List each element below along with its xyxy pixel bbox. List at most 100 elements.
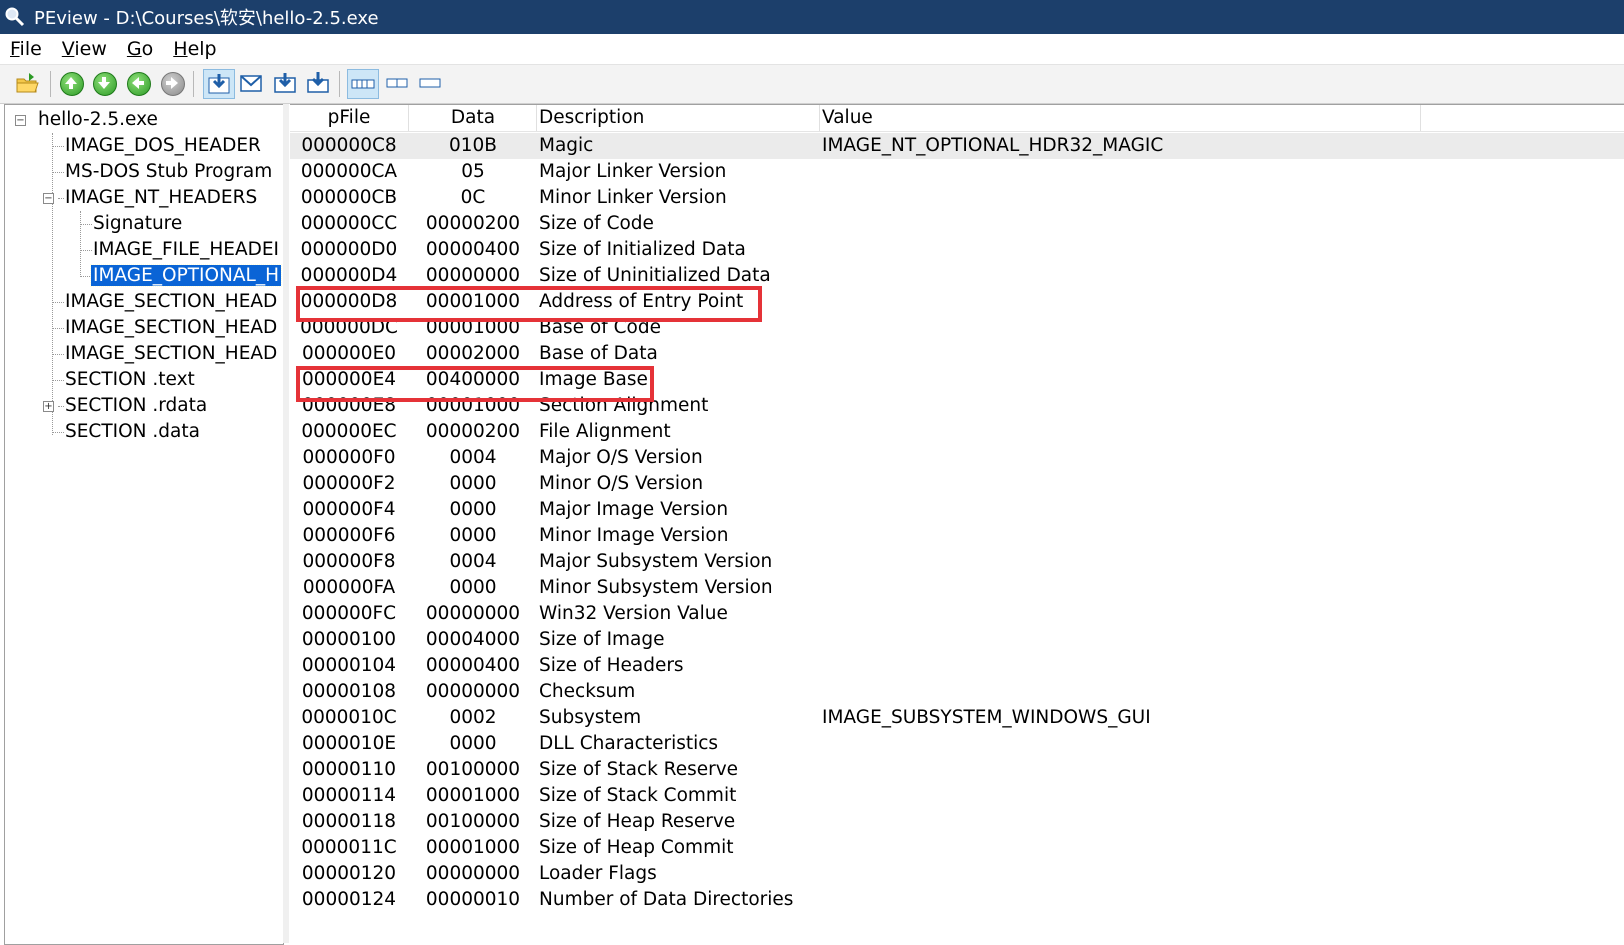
table-row[interactable]: 000000FA 0000 Minor Subsystem Version — [290, 575, 1624, 601]
layout-split-icon[interactable] — [384, 70, 410, 96]
tree-root[interactable]: hello-2.5.exe — [38, 107, 158, 133]
table-row[interactable]: 000000CC 00000200 Size of Code — [290, 211, 1624, 237]
tree-item-optional-header[interactable]: IMAGE_OPTIONAL_H — [89, 263, 283, 289]
column-header-value[interactable]: Value — [822, 105, 1421, 131]
table-row[interactable]: 000000F2 0000 Minor O/S Version — [290, 471, 1624, 497]
cell-pfile: 00000120 — [301, 863, 397, 884]
layout-minimal-icon[interactable] — [417, 70, 443, 96]
table-row[interactable]: 000000F6 0000 Minor Image Version — [290, 523, 1624, 549]
tree-connector — [52, 172, 64, 173]
table-row[interactable]: 00000124 00000010 Number of Data Directori… — [290, 887, 1624, 913]
cell-description: File Alignment — [539, 421, 671, 442]
cell-pfile: 00000104 — [301, 655, 397, 676]
table-row[interactable]: 0000011C 00001000 Size of Heap Commit — [290, 835, 1624, 861]
cell-pfile: 00000100 — [301, 629, 397, 650]
table-row[interactable]: 000000CB 0C Minor Linker Version — [290, 185, 1624, 211]
cell-description: Size of Code — [539, 213, 654, 234]
cell-value — [822, 575, 1420, 601]
cell-value — [822, 367, 1420, 393]
view-import-icon[interactable] — [305, 70, 331, 96]
cell-pfile: 000000CA — [300, 161, 398, 182]
cell-pfile: 00000118 — [301, 811, 397, 832]
cell-data: 00000400 — [425, 239, 521, 260]
tree-item-nt-headers[interactable]: IMAGE_NT_HEADERS — [65, 185, 257, 211]
tree-item-section-data[interactable]: SECTION .data — [65, 419, 200, 445]
cell-value — [822, 861, 1420, 887]
cell-pfile: 000000EC — [301, 421, 397, 442]
tree-connector — [52, 146, 64, 147]
up-arrow-icon[interactable] — [58, 70, 84, 96]
tree-item-section-text[interactable]: SECTION .text — [65, 367, 195, 393]
cell-description: Minor O/S Version — [539, 473, 704, 494]
table-row[interactable]: 00000100 00004000 Size of Image — [290, 627, 1624, 653]
table-row[interactable]: 00000114 00001000 Size of Stack Commit — [290, 783, 1624, 809]
cell-data: 00000010 — [425, 889, 521, 910]
column-header-data[interactable]: Data — [410, 105, 537, 131]
cell-pfile: 00000124 — [301, 889, 397, 910]
cell-value — [822, 835, 1420, 861]
cell-pfile: 000000CB — [300, 187, 398, 208]
title-bar: PEview - D:\Courses\软安\hello-2.5.exe — [0, 0, 1624, 34]
menu-help[interactable]: Help — [173, 38, 216, 60]
table-row[interactable]: 00000118 00100000 Size of Heap Reserve — [290, 809, 1624, 835]
view-download-icon[interactable] — [203, 69, 235, 99]
cell-data: 00002000 — [425, 343, 521, 364]
table-row[interactable]: 000000C8 010B Magic IMAGE_NT_OPTIONAL_HDR32… — [290, 133, 1624, 159]
open-folder-icon[interactable] — [14, 70, 40, 96]
layout-full-icon[interactable] — [347, 69, 379, 99]
down-arrow-icon[interactable] — [91, 70, 117, 96]
cell-value — [822, 237, 1420, 263]
column-header-pfile[interactable]: pFile — [290, 105, 409, 131]
cell-description: Base of Data — [539, 343, 658, 364]
menu-view[interactable]: View — [62, 38, 107, 60]
menu-file[interactable]: File — [10, 38, 42, 60]
cell-value — [822, 783, 1420, 809]
tree-item-section-rdata[interactable]: SECTION .rdata — [65, 393, 207, 419]
pane-splitter[interactable] — [283, 104, 289, 943]
table-row[interactable]: 000000F0 0004 Major O/S Version — [290, 445, 1624, 471]
table-row[interactable]: 000000EC 00000200 File Alignment — [290, 419, 1624, 445]
table-row[interactable]: 000000F4 0000 Major Image Version — [290, 497, 1624, 523]
cell-value — [822, 315, 1420, 341]
view-export-icon[interactable] — [272, 70, 298, 96]
menu-go[interactable]: Go — [127, 38, 153, 60]
table-row[interactable]: 00000108 00000000 Checksum — [290, 679, 1624, 705]
view-mail-icon[interactable] — [238, 70, 264, 96]
tree-item-section-header[interactable]: IMAGE_SECTION_HEAD — [65, 341, 277, 367]
tree-item-dos-stub[interactable]: MS-DOS Stub Program — [65, 159, 272, 185]
table-row[interactable]: 000000F8 0004 Major Subsystem Version — [290, 549, 1624, 575]
expand-toggle[interactable]: + — [43, 401, 54, 412]
toolbar — [0, 64, 1624, 104]
cell-value — [822, 549, 1420, 575]
tree-item-section-header[interactable]: IMAGE_SECTION_HEAD — [65, 289, 277, 315]
table-row[interactable]: 000000E0 00002000 Base of Data — [290, 341, 1624, 367]
column-header-description[interactable]: Description — [539, 105, 820, 131]
table-row[interactable]: 0000010C 0002 Subsystem IMAGE_SUBSYSTEM_WIN… — [290, 705, 1624, 731]
collapse-toggle[interactable]: − — [15, 115, 26, 126]
cell-pfile: 000000CC — [300, 213, 398, 234]
tree-item-section-header[interactable]: IMAGE_SECTION_HEAD — [65, 315, 277, 341]
table-row[interactable]: 000000FC 00000000 Win32 Version Value — [290, 601, 1624, 627]
tree-item-file-header[interactable]: IMAGE_FILE_HEADEI — [93, 237, 279, 263]
cell-data: 00100000 — [425, 759, 521, 780]
tree-connector — [58, 198, 64, 199]
collapse-toggle[interactable]: − — [43, 193, 54, 204]
tree-item-dos-header[interactable]: IMAGE_DOS_HEADER — [65, 133, 261, 159]
tree-view[interactable]: − hello-2.5.exe IMAGE_DOS_HEADER MS-DOS … — [4, 104, 284, 945]
table-row[interactable]: 00000104 00000400 Size of Headers — [290, 653, 1624, 679]
table-row[interactable]: 000000D0 00000400 Size of Initialized Data — [290, 237, 1624, 263]
tree-item-signature[interactable]: Signature — [93, 211, 182, 237]
table-row[interactable]: 000000CA 05 Major Linker Version — [290, 159, 1624, 185]
table-row[interactable]: 00000120 00000000 Loader Flags — [290, 861, 1624, 887]
back-arrow-icon[interactable] — [125, 70, 151, 96]
cell-description: Number of Data Directories — [539, 889, 794, 910]
forward-arrow-icon[interactable] — [159, 70, 185, 96]
table-row[interactable]: 0000010E 0000 DLL Characteristics — [290, 731, 1624, 757]
table-row[interactable]: 00000110 00100000 Size of Stack Reserve — [290, 757, 1624, 783]
cell-data: 0000 — [449, 499, 497, 520]
cell-pfile: 000000F8 — [302, 551, 396, 572]
cell-pfile: 000000D0 — [300, 239, 398, 260]
tree-connector — [52, 328, 64, 329]
cell-data: 00000000 — [425, 681, 521, 702]
cell-pfile: 0000010C — [301, 707, 397, 728]
